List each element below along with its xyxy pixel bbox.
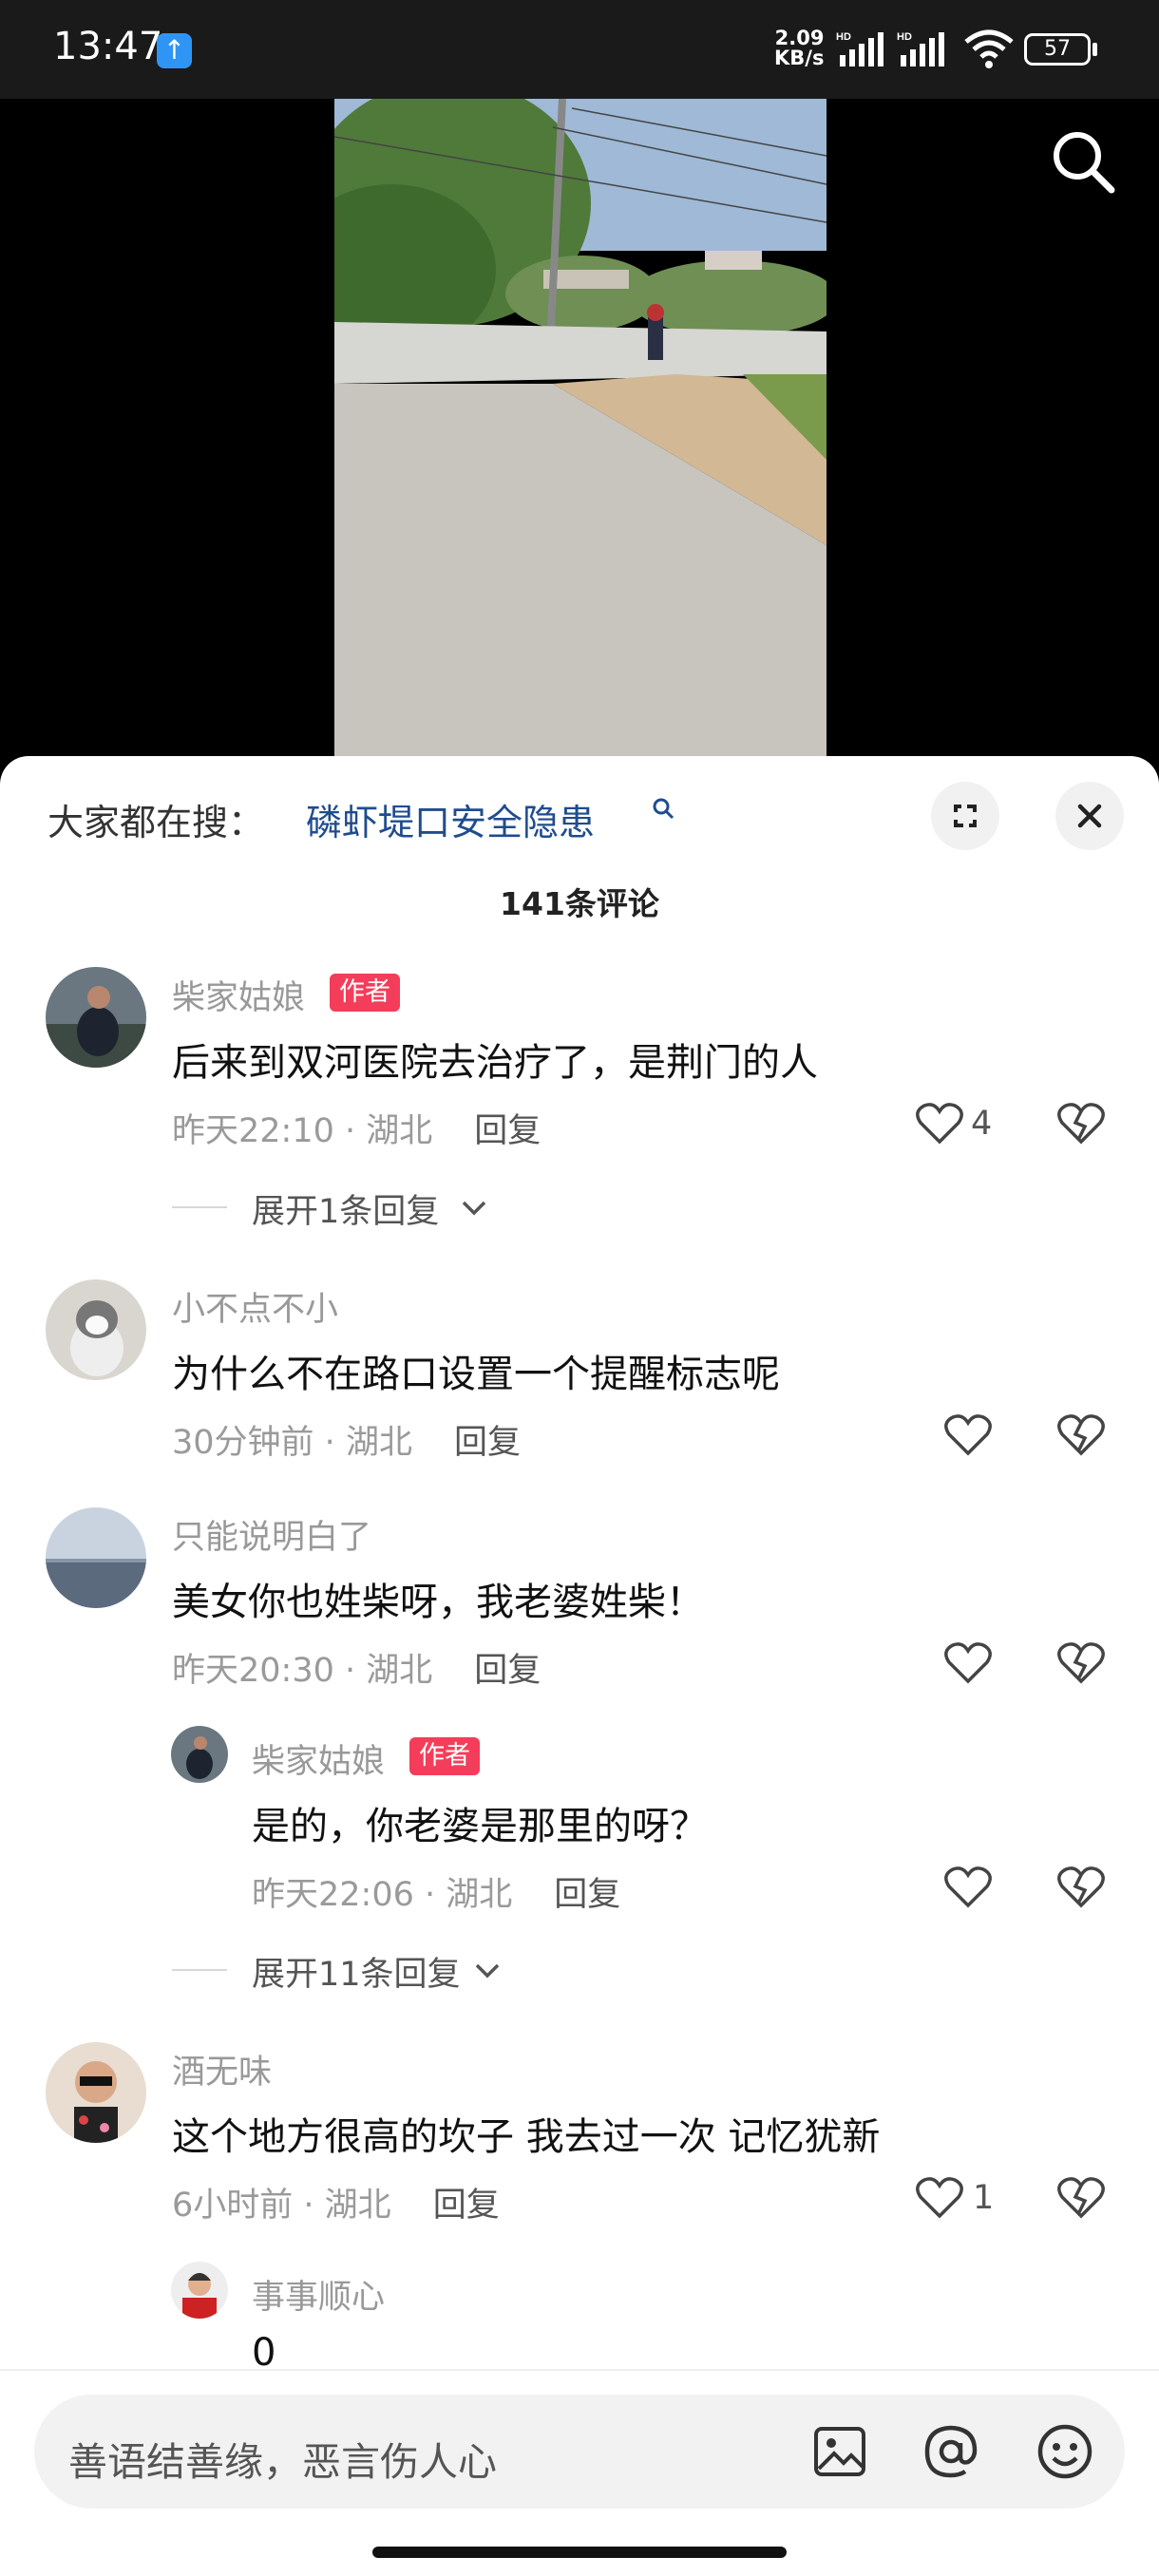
cell-signal-1-icon: HD — [836, 31, 884, 66]
image-icon[interactable] — [811, 2423, 868, 2480]
fullscreen-button[interactable] — [931, 782, 999, 850]
reply-text[interactable]: 是的，你老婆是那里的呀？ — [252, 1795, 708, 1850]
reply-button[interactable]: 回复 — [474, 1112, 541, 1150]
avatar[interactable] — [46, 1279, 146, 1380]
hot-search-glass-icon — [653, 798, 674, 820]
reply-button[interactable]: 回复 — [454, 1424, 521, 1462]
search-icon[interactable] — [1045, 123, 1121, 199]
avatar[interactable] — [46, 2042, 146, 2143]
like-icon[interactable] — [915, 2174, 964, 2220]
home-indicator[interactable] — [372, 2547, 787, 2558]
author-badge: 作者 — [409, 1737, 480, 1775]
svg-text:HD: HD — [897, 31, 912, 43]
video-frame[interactable] — [334, 99, 826, 764]
expand-divider — [172, 1206, 227, 1208]
reply-button[interactable]: 回复 — [554, 1876, 620, 1914]
comment-text[interactable]: 美女你也姓柴呀，我老婆姓柴！ — [172, 1571, 704, 1626]
close-icon — [1077, 804, 1102, 828]
comment-meta: 30分钟前 · 湖北 回复 — [172, 1424, 521, 1462]
reply-author[interactable]: 柴家姑娘 — [252, 1734, 385, 1783]
hot-search-link[interactable]: 磷虾堤口安全隐患 — [306, 793, 595, 845]
network-speed: 2.09 KB/s — [774, 27, 825, 69]
expand-icon — [954, 805, 977, 827]
comment-author[interactable]: 柴家姑娘 — [172, 971, 305, 1019]
dislike-icon[interactable] — [1056, 1864, 1106, 1909]
mention-icon[interactable] — [922, 2422, 980, 2481]
like-icon[interactable] — [943, 1864, 993, 1909]
battery-tip — [1092, 43, 1097, 56]
comment-meta: 昨天22:10 · 湖北 回复 — [172, 1112, 542, 1150]
chevron-down-icon — [462, 1201, 486, 1216]
comment-meta: 昨天20:30 · 湖北 回复 — [172, 1652, 542, 1690]
avatar[interactable] — [46, 1507, 146, 1608]
comment-author[interactable]: 酒无味 — [172, 2045, 272, 2093]
comment-text[interactable]: 后来到双河医院去治疗了，是荆门的人 — [172, 1032, 818, 1087]
status-time: 13:47 — [53, 25, 163, 68]
comment-author[interactable]: 小不点不小 — [172, 1282, 338, 1331]
like-icon[interactable] — [943, 1639, 993, 1685]
like-icon[interactable] — [943, 1411, 993, 1457]
battery-indicator: 57 — [1024, 33, 1091, 66]
close-button[interactable] — [1055, 782, 1124, 850]
expand-replies-button[interactable]: 展开1条回复 — [252, 1184, 439, 1233]
reply-button[interactable]: 回复 — [433, 2187, 500, 2225]
reply-meta: 昨天22:06 · 湖北 回复 — [252, 1876, 621, 1914]
avatar[interactable] — [171, 1726, 228, 1783]
expand-divider — [172, 1969, 227, 1971]
like-count: 1 — [973, 2179, 995, 2217]
expand-replies-button[interactable]: 展开11条回复 — [252, 1947, 461, 1996]
emoji-icon[interactable] — [1036, 2422, 1094, 2481]
avatar[interactable] — [46, 967, 146, 1068]
comment-meta: 6小时前 · 湖北 回复 — [172, 2187, 500, 2225]
svg-text:HD: HD — [836, 31, 851, 43]
comment-input-placeholder: 善语结善缘，恶言伤人心 — [68, 2439, 497, 2485]
comments-count: 141条评论 — [500, 885, 659, 922]
reply-author[interactable]: 事事顺心 — [252, 2270, 385, 2319]
dislike-icon[interactable] — [1056, 2174, 1106, 2220]
wifi-icon — [964, 29, 1014, 68]
comment-author[interactable]: 只能说明白了 — [172, 1510, 371, 1559]
upload-icon: ↑ — [157, 33, 192, 68]
comment-text[interactable]: 这个地方很高的坎子 我去过一次 记忆犹新 — [172, 2106, 880, 2161]
author-badge: 作者 — [330, 974, 400, 1012]
reply-button[interactable]: 回复 — [474, 1652, 541, 1690]
like-icon[interactable] — [915, 1100, 964, 1146]
comment-text[interactable]: 为什么不在路口设置一个提醒标志呢 — [172, 1343, 780, 1398]
like-count: 4 — [971, 1105, 993, 1143]
hot-search-label: 大家都在搜： — [48, 802, 265, 843]
dislike-icon[interactable] — [1056, 1100, 1106, 1146]
dislike-icon[interactable] — [1056, 1639, 1106, 1685]
avatar[interactable] — [171, 2262, 228, 2319]
dislike-icon[interactable] — [1056, 1411, 1106, 1457]
cell-signal-2-icon: HD — [897, 31, 944, 66]
chevron-down-icon — [475, 1963, 500, 1979]
